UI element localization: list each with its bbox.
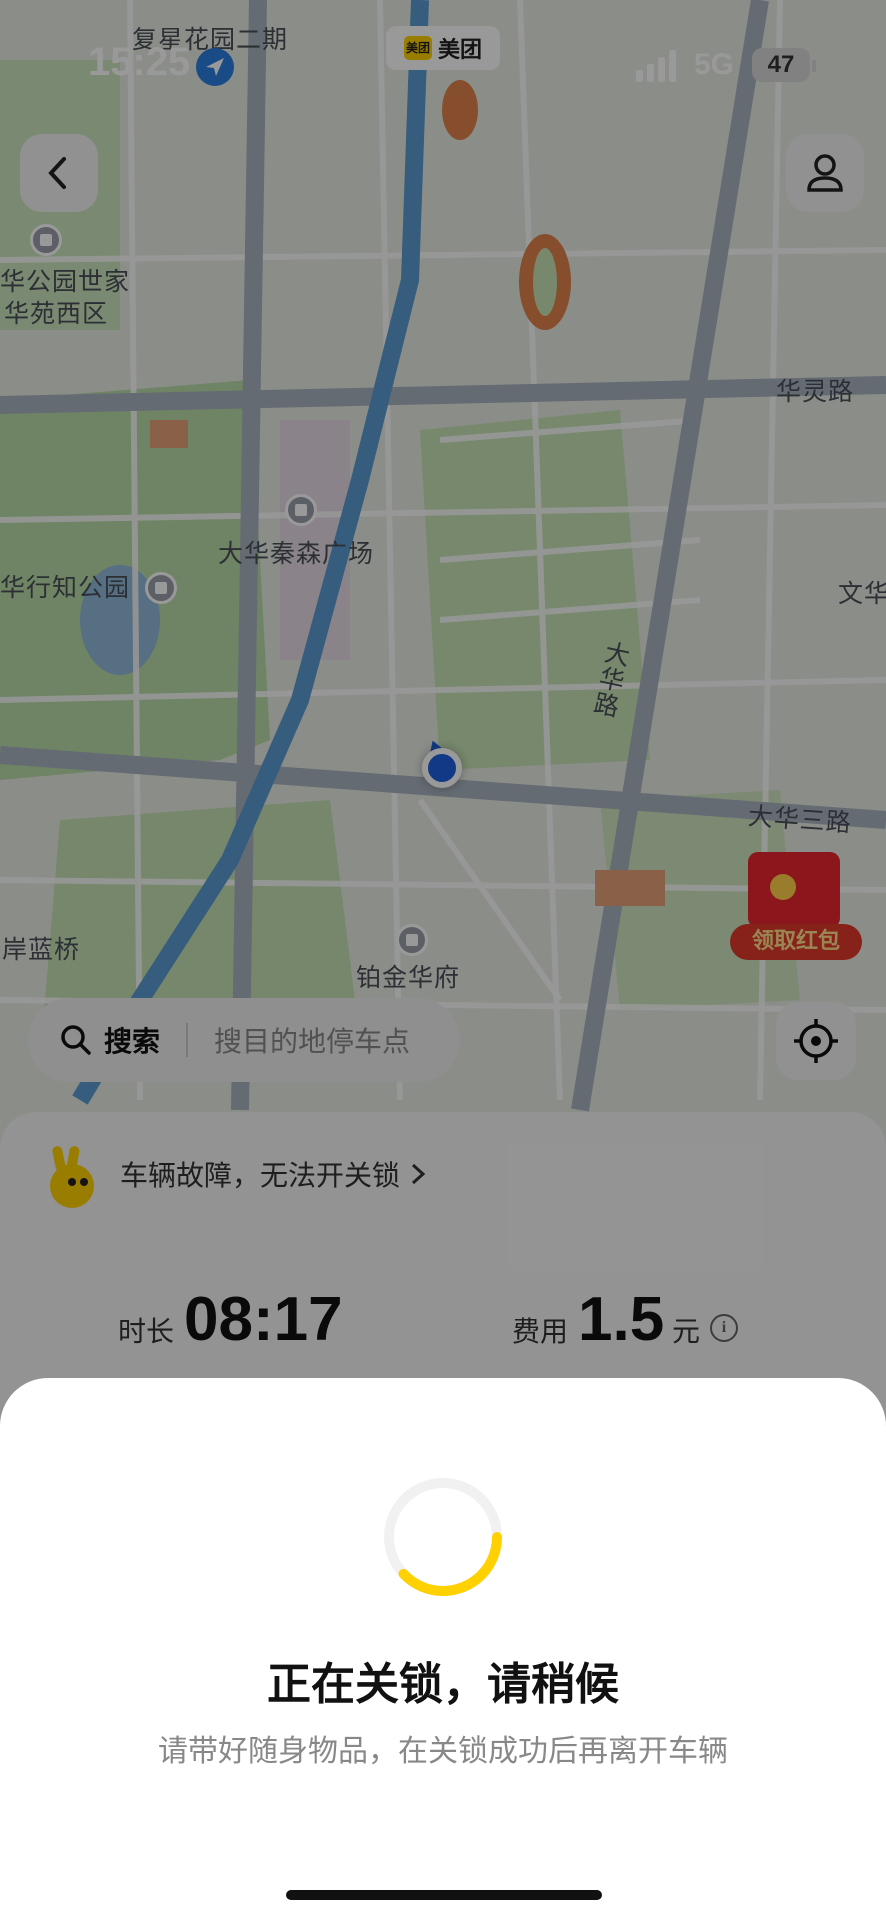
home-indicator[interactable] xyxy=(286,1890,602,1900)
sheet-title: 正在关锁，请稍候 xyxy=(267,1659,619,1710)
loading-spinner-icon xyxy=(384,1478,502,1596)
locking-sheet: 正在关锁，请稍候 请带好随身物品，在关锁成功后再离开车辆 xyxy=(0,1378,886,1920)
sheet-subtitle: 请带好随身物品，在关锁成功后再离开车辆 xyxy=(158,1734,728,1769)
